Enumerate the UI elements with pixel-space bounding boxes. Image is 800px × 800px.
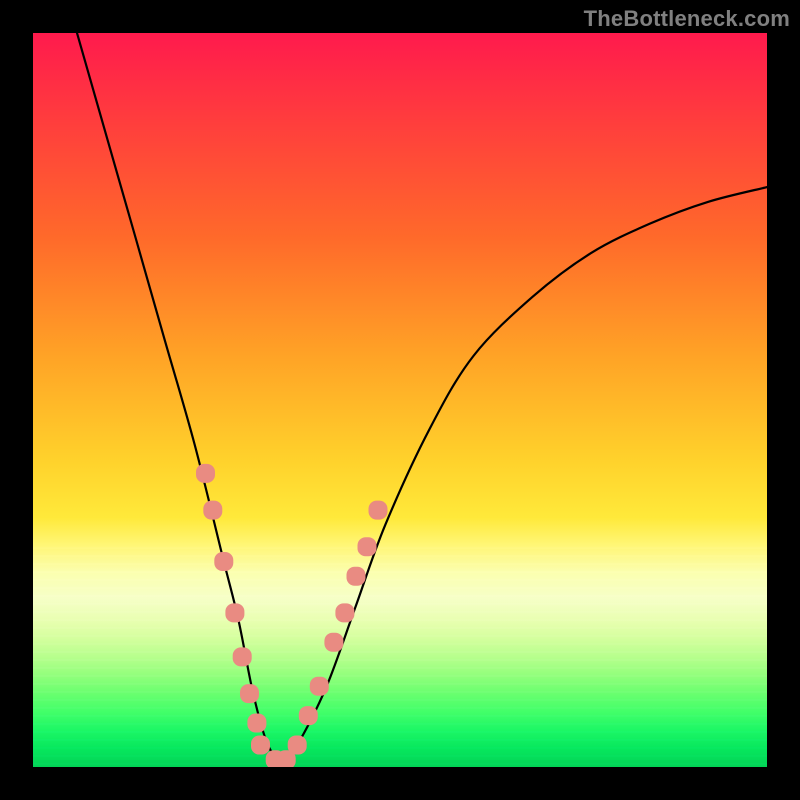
marker-dot bbox=[247, 714, 266, 733]
marker-dot bbox=[358, 537, 377, 556]
marker-dot bbox=[225, 603, 244, 622]
marker-dot bbox=[288, 736, 307, 755]
highlighted-points bbox=[196, 464, 388, 767]
bottleneck-curve bbox=[77, 33, 767, 760]
marker-dot bbox=[299, 706, 318, 725]
marker-dot bbox=[233, 647, 252, 666]
marker-dot bbox=[369, 501, 388, 520]
plot-area bbox=[33, 33, 767, 767]
marker-dot bbox=[310, 677, 329, 696]
marker-dot bbox=[324, 633, 343, 652]
marker-dot bbox=[240, 684, 259, 703]
marker-dot bbox=[251, 736, 270, 755]
chart-container: TheBottleneck.com bbox=[0, 0, 800, 800]
watermark-text: TheBottleneck.com bbox=[584, 6, 790, 32]
marker-dot bbox=[347, 567, 366, 586]
curve-svg bbox=[33, 33, 767, 767]
marker-dot bbox=[196, 464, 215, 483]
marker-dot bbox=[203, 501, 222, 520]
marker-dot bbox=[335, 603, 354, 622]
marker-dot bbox=[214, 552, 233, 571]
